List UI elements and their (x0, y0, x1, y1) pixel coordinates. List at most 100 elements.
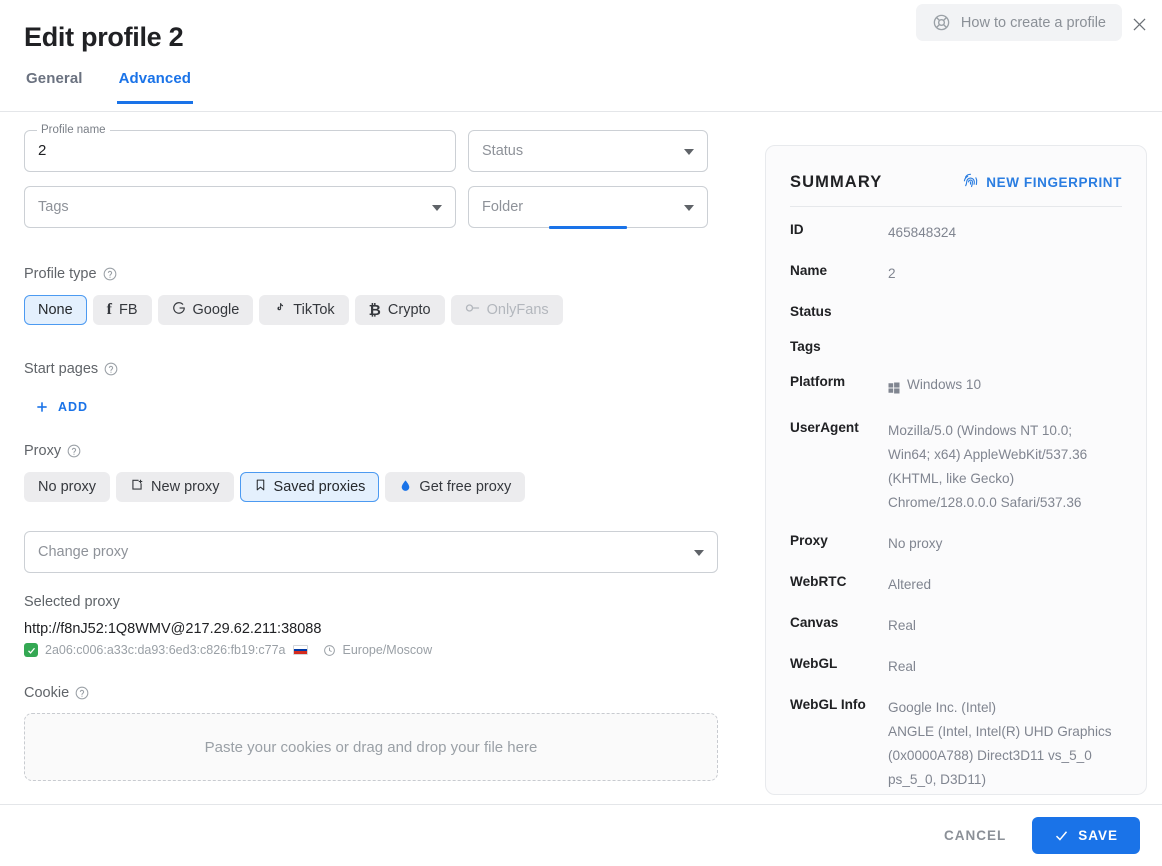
selected-proxy-title: Selected proxy (24, 594, 120, 610)
selected-proxy-timezone: Europe/Moscow (342, 643, 433, 657)
proxy-option-get-free-proxy[interactable]: Get free proxy (385, 472, 526, 502)
chip-label: Google (192, 302, 240, 318)
summary-row-webgl-info: WebGL Info Google Inc. (Intel) ANGLE (In… (790, 696, 1122, 792)
clock-icon (323, 644, 336, 657)
change-proxy-select[interactable]: Change proxy (24, 531, 718, 573)
chevron-down-icon (684, 149, 694, 155)
summary-row-status: Status (790, 303, 1122, 321)
status-select[interactable]: Status (468, 130, 708, 172)
profile-type-tiktok[interactable]: TikTok (259, 295, 349, 325)
proxy-option-saved-proxies[interactable]: Saved proxies (239, 472, 380, 502)
tab-general[interactable]: General (24, 70, 85, 104)
check-icon (1056, 831, 1068, 841)
summary-value-text: 465848324 (888, 225, 957, 240)
plus-icon (37, 402, 47, 412)
summary-row-name: Name 2 (790, 262, 1122, 286)
tab-advanced[interactable]: Advanced (116, 70, 194, 104)
tags-select[interactable]: Tags (24, 186, 456, 228)
add-label: ADD (58, 400, 89, 414)
add-start-page-button[interactable]: ADD (34, 399, 724, 415)
cancel-button[interactable]: CANCEL (944, 828, 1006, 843)
profile-name-field[interactable]: Profile name 2 (24, 124, 456, 172)
help-icon[interactable] (104, 362, 118, 376)
proxy-option-new-proxy[interactable]: New proxy (116, 472, 234, 502)
header-divider (0, 111, 1162, 112)
chip-label: Crypto (387, 302, 431, 318)
how-to-create-profile-label: How to create a profile (960, 14, 1106, 31)
profile-type-crypto[interactable]: ₿ Crypto (354, 295, 445, 325)
close-icon (1133, 18, 1145, 30)
save-label: SAVE (1078, 828, 1118, 843)
status-placeholder: Status (482, 143, 524, 159)
selected-proxy-url: http://f8nJ52:1Q8WMV@217.29.62.211:38088 (24, 621, 322, 637)
new-fingerprint-label: NEW FINGERPRINT (986, 174, 1122, 190)
chip-label: No proxy (38, 479, 97, 495)
summary-value-line: ps_5_0, D3D11) (888, 772, 986, 787)
profile-name-label: Profile name (37, 124, 110, 137)
onlyfans-icon (465, 302, 480, 318)
summary-value: Altered (888, 573, 931, 597)
proxy-label-row: Proxy (24, 443, 724, 459)
profile-type-none[interactable]: None (24, 295, 87, 325)
cookie-label: Cookie (24, 685, 70, 701)
summary-value-line: Win64; x64) AppleWebKit/537.36 (888, 447, 1088, 462)
summary-value-line: ANGLE (Intel, Intel(R) UHD Graphics (888, 724, 1112, 739)
how-to-create-profile-button[interactable]: How to create a profile (915, 4, 1122, 41)
lifebuoy-icon (932, 13, 951, 32)
summary-key: Canvas (790, 615, 839, 630)
summary-row-canvas: Canvas Real (790, 614, 1122, 638)
profile-type-fb[interactable]: f FB (92, 295, 152, 325)
fingerprint-icon (962, 172, 979, 192)
folder-select[interactable]: Folder (468, 186, 708, 229)
close-button[interactable] (1124, 9, 1154, 39)
help-icon[interactable] (103, 267, 117, 281)
change-proxy-placeholder: Change proxy (38, 544, 129, 560)
summary-key: ID (790, 222, 804, 237)
summary-row-id: ID 465848324 (790, 221, 1122, 245)
summary-row-proxy: Proxy No proxy (790, 532, 1122, 556)
russia-flag-icon (292, 645, 308, 655)
profile-type-label-row: Profile type (24, 266, 724, 282)
profile-type-google[interactable]: Google (157, 295, 254, 325)
chip-label: Get free proxy (419, 479, 512, 495)
new-fingerprint-button[interactable]: NEW FINGERPRINT (962, 172, 1122, 192)
summary-panel: SUMMARY NEW FINGERPRINT ID 465848324 Nam… (765, 145, 1147, 795)
summary-value: 465848324 (888, 221, 956, 245)
profile-type-onlyfans: OnlyFans (450, 295, 563, 325)
summary-value: Mozilla/5.0 (Windows NT 10.0; Win64; x64… (888, 419, 1087, 515)
facebook-icon: f (106, 301, 112, 318)
summary-value-text: Altered (888, 577, 932, 592)
chip-label: TikTok (293, 302, 335, 318)
summary-value-text: Real (888, 618, 916, 633)
chip-label: New proxy (151, 479, 220, 495)
help-icon[interactable] (67, 444, 81, 458)
chip-label: Saved proxies (273, 479, 366, 495)
tab-bar: General Advanced (24, 70, 194, 104)
summary-value-line: (0x0000A788) Direct3D11 vs_5_0 (888, 748, 1092, 763)
dialog-header: Edit profile 2 General Advanced How to c… (0, 0, 1162, 112)
google-icon (172, 301, 186, 319)
summary-value-line: Google Inc. (Intel) (888, 700, 997, 715)
folder-focus-underline (549, 226, 627, 229)
summary-key: Tags (790, 339, 821, 354)
cookie-dropzone[interactable]: Paste your cookies or drag and drop your… (24, 713, 718, 781)
selected-proxy-section: Selected proxy http://f8nJ52:1Q8WMV@217.… (24, 594, 724, 657)
chevron-down-icon (684, 205, 694, 211)
cookie-dropzone-text: Paste your cookies or drag and drop your… (204, 738, 538, 756)
save-button[interactable]: SAVE (1032, 817, 1140, 854)
edit-profile-dialog: Edit profile 2 General Advanced How to c… (0, 0, 1162, 866)
form-row-2: Tags Folder (24, 186, 724, 229)
form-row-1: Profile name 2 Status (24, 124, 724, 172)
summary-value-line: Chrome/128.0.0.0 Safari/537.36 (888, 495, 1082, 510)
summary-key: WebRTC (790, 574, 847, 589)
profile-form: Profile name 2 Status Tags Folder Profil… (24, 124, 724, 781)
help-icon[interactable] (75, 686, 89, 700)
summary-row-platform: Platform Windows 10 (790, 373, 1122, 402)
summary-rows: ID 465848324 Name 2 Status Tags Platform (766, 207, 1146, 794)
selected-proxy-ip: 2a06:c006:a33c:da93:6ed3:c826:fb19:c77a (45, 643, 286, 657)
chevron-down-icon (694, 550, 704, 556)
proxy-option-no-proxy[interactable]: No proxy (24, 472, 111, 502)
dialog-footer: CANCEL SAVE (0, 804, 1162, 866)
summary-value-text: Windows 10 (907, 377, 982, 392)
folder-placeholder: Folder (482, 199, 524, 215)
